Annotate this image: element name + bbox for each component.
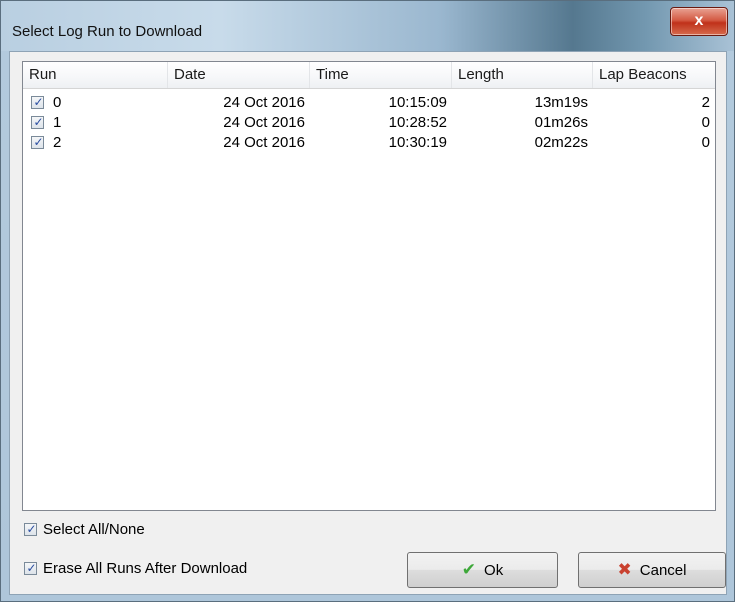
cell-run: 1 — [53, 114, 62, 131]
close-icon: x — [694, 12, 704, 29]
table-row[interactable]: ✓ 2 24 Oct 2016 10:30:19 02m22s 0 — [23, 133, 715, 153]
cell-run: 0 — [53, 94, 62, 111]
dialog-client-area: Run Date Time Length Lap Beacons ✓ 0 24 … — [9, 51, 727, 595]
checkmark-icon: ✓ — [33, 135, 44, 149]
cell-time: 10:28:52 — [388, 114, 447, 131]
cancel-label: Cancel — [639, 562, 687, 579]
ok-label: Ok — [484, 562, 504, 579]
cell-time: 10:30:19 — [388, 134, 447, 151]
row-checkbox[interactable]: ✓ — [31, 135, 44, 149]
cell-run: 2 — [53, 134, 62, 151]
cell-length: 13m19s — [534, 94, 588, 111]
cell-lap-beacons: 0 — [701, 114, 710, 131]
erase-runs-box[interactable]: ✓ — [24, 561, 37, 575]
table-row[interactable]: ✓ 0 24 Oct 2016 10:15:09 13m19s 2 — [23, 93, 715, 113]
cell-date: 24 Oct 2016 — [223, 134, 305, 151]
dialog-window: Select Log Run to Download x Run Date Ti… — [0, 0, 735, 602]
erase-runs-label: Erase All Runs After Download — [43, 560, 248, 577]
runs-list[interactable]: Run Date Time Length Lap Beacons ✓ 0 24 … — [22, 61, 716, 511]
title-bar[interactable]: Select Log Run to Download x — [1, 1, 734, 51]
cell-date: 24 Oct 2016 — [223, 94, 305, 111]
table-row[interactable]: ✓ 1 24 Oct 2016 10:28:52 01m26s 0 — [23, 113, 715, 133]
checkmark-icon: ✓ — [26, 561, 37, 575]
column-header-time[interactable]: Time — [310, 62, 452, 88]
column-header-length[interactable]: Length — [452, 62, 593, 88]
ok-button[interactable]: ✔ Ok — [407, 552, 558, 588]
column-header-run[interactable]: Run — [23, 62, 168, 88]
checkmark-icon: ✓ — [33, 115, 44, 129]
checkmark-icon: ✓ — [33, 95, 44, 109]
column-header-lap-beacons[interactable]: Lap Beacons — [593, 62, 715, 88]
cell-date: 24 Oct 2016 — [223, 114, 305, 131]
checkmark-icon: ✓ — [26, 522, 37, 536]
select-all-label: Select All/None — [43, 521, 145, 538]
cancel-button[interactable]: ✖ Cancel — [578, 552, 726, 588]
column-header-date[interactable]: Date — [168, 62, 310, 88]
list-header: Run Date Time Length Lap Beacons — [23, 62, 715, 89]
window-title: Select Log Run to Download — [12, 23, 203, 40]
cross-icon: ✖ — [617, 560, 632, 579]
checkmark-icon: ✔ — [461, 560, 477, 579]
cell-lap-beacons: 2 — [701, 94, 710, 111]
close-button[interactable]: x — [670, 7, 728, 36]
row-checkbox[interactable]: ✓ — [31, 95, 44, 109]
cell-length: 01m26s — [534, 114, 588, 131]
cell-length: 02m22s — [534, 134, 588, 151]
cell-lap-beacons: 0 — [701, 134, 710, 151]
cell-time: 10:15:09 — [388, 94, 447, 111]
row-checkbox[interactable]: ✓ — [31, 115, 44, 129]
select-all-box[interactable]: ✓ — [24, 522, 37, 536]
